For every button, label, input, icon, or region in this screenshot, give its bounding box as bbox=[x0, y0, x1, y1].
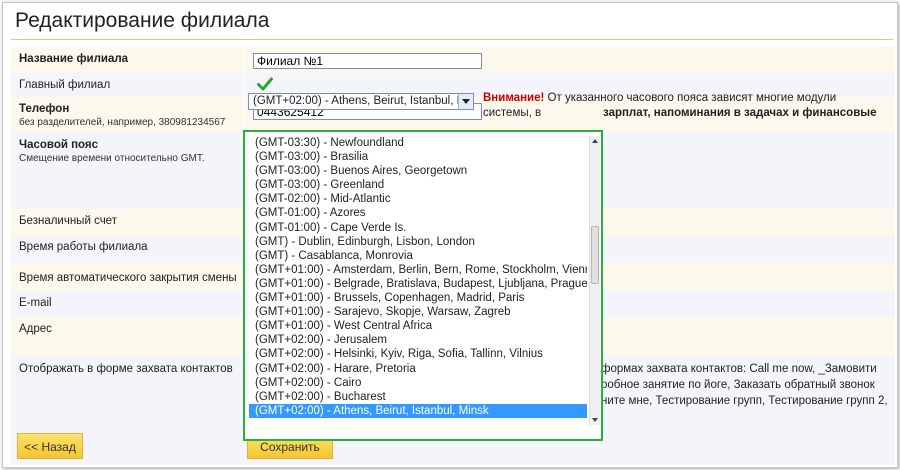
timezone-options-list[interactable]: (GMT-03:30) - Newfoundland (GMT-03:00) - … bbox=[249, 136, 587, 424]
timezone-option[interactable]: (GMT-03:00) - Brasilia bbox=[249, 150, 587, 164]
address-label: Адрес bbox=[19, 323, 52, 335]
warning-title: Внимание! bbox=[483, 92, 545, 104]
title-divider bbox=[11, 39, 893, 40]
timezone-option[interactable]: (GMT-01:00) - Azores bbox=[249, 206, 587, 220]
branch-name-label: Название филиала bbox=[19, 53, 129, 65]
timezone-label: Часовой пояс bbox=[19, 139, 99, 151]
page-title: Редактирование филиала bbox=[15, 9, 270, 32]
cashless-label: Безналичный счет bbox=[19, 215, 117, 227]
main-branch-label: Главный филиал bbox=[19, 79, 111, 91]
dropdown-scrollbar[interactable] bbox=[589, 136, 600, 425]
timezone-option[interactable]: (GMT+02:00) - Helsinki, Kyiv, Riga, Sofi… bbox=[249, 347, 587, 361]
capture-form-label: Отображать в форме захвата контактов bbox=[19, 363, 233, 375]
capture-text-line3: ните мне, Тестирование групп, Тестирован… bbox=[601, 395, 888, 407]
timezone-option[interactable]: (GMT-03:00) - Greenland bbox=[249, 178, 587, 192]
email-label: E-mail bbox=[19, 297, 52, 309]
timezone-option[interactable]: (GMT-03:00) - Buenos Aires, Georgetown bbox=[249, 164, 587, 178]
timezone-option[interactable]: (GMT+01:00) - Belgrade, Bratislava, Buda… bbox=[249, 277, 587, 291]
chevron-down-icon[interactable] bbox=[458, 94, 473, 109]
timezone-option[interactable]: (GMT) - Casablanca, Monrovia bbox=[249, 249, 587, 263]
timezone-option[interactable]: (GMT+02:00) - Jerusalem bbox=[249, 333, 587, 347]
timezone-option[interactable]: (GMT+01:00) - Brussels, Copenhagen, Madr… bbox=[249, 291, 587, 305]
back-button[interactable]: << Назад bbox=[17, 433, 83, 459]
branch-name-input[interactable] bbox=[253, 53, 482, 69]
timezone-option[interactable]: (GMT-03:30) - Newfoundland bbox=[249, 136, 587, 150]
checkmark-icon[interactable] bbox=[257, 76, 273, 92]
timezone-option[interactable]: (GMT-01:00) - Cape Verde Is. bbox=[249, 221, 587, 235]
edit-branch-window: Редактирование филиала Название филиала … bbox=[2, 2, 898, 468]
scroll-down-icon[interactable] bbox=[590, 415, 600, 425]
timezone-option[interactable]: (GMT+02:00) - Harare, Pretoria bbox=[249, 362, 587, 376]
timezone-option[interactable]: (GMT-02:00) - Mid-Atlantic bbox=[249, 192, 587, 206]
row-branch-name: Название филиала bbox=[11, 47, 895, 74]
phone-label: Телефон bbox=[19, 103, 70, 115]
timezone-option[interactable]: (GMT) - Dublin, Edinburgh, Lisbon, Londo… bbox=[249, 235, 587, 249]
timezone-option[interactable]: (GMT+02:00) - Athens, Beirut, Istanbul, … bbox=[249, 403, 587, 418]
capture-text-line1: формах захвата контактов: Call me now, _… bbox=[601, 363, 877, 375]
timezone-option[interactable]: (GMT+02:00) - Cairo bbox=[249, 376, 587, 390]
phone-hint: без разделителей, например, 380981234567 bbox=[19, 117, 226, 128]
timezone-option[interactable]: (GMT+01:00) - West Central Africa bbox=[249, 319, 587, 333]
warning-text-line2: зарплат, напоминания в задачах и финансо… bbox=[603, 107, 877, 119]
scroll-up-icon[interactable] bbox=[590, 136, 600, 146]
work-time-label: Время работы филиала bbox=[19, 241, 148, 253]
timezone-option[interactable]: (GMT+02:00) - Bucharest bbox=[249, 390, 587, 404]
timezone-dropdown[interactable]: (GMT-03:30) - Newfoundland (GMT-03:00) - … bbox=[243, 130, 603, 441]
timezone-option[interactable]: (GMT+01:00) - Sarajevo, Skopje, Warsaw, … bbox=[249, 305, 587, 319]
capture-text-line2: робное занятие по йоге, Заказать обратны… bbox=[601, 379, 875, 391]
timezone-select[interactable]: (GMT+02:00) - Athens, Beirut, Istanbul, … bbox=[248, 93, 474, 110]
timezone-hint: Смещение времени относительно GMT. bbox=[19, 153, 205, 164]
timezone-select-value: (GMT+02:00) - Athens, Beirut, Istanbul, … bbox=[253, 95, 467, 107]
scrollbar-thumb[interactable] bbox=[591, 226, 599, 284]
auto-close-label: Время автоматического закрытия смены bbox=[19, 272, 237, 284]
timezone-option[interactable]: (GMT+01:00) - Amsterdam, Berlin, Bern, R… bbox=[249, 263, 587, 277]
